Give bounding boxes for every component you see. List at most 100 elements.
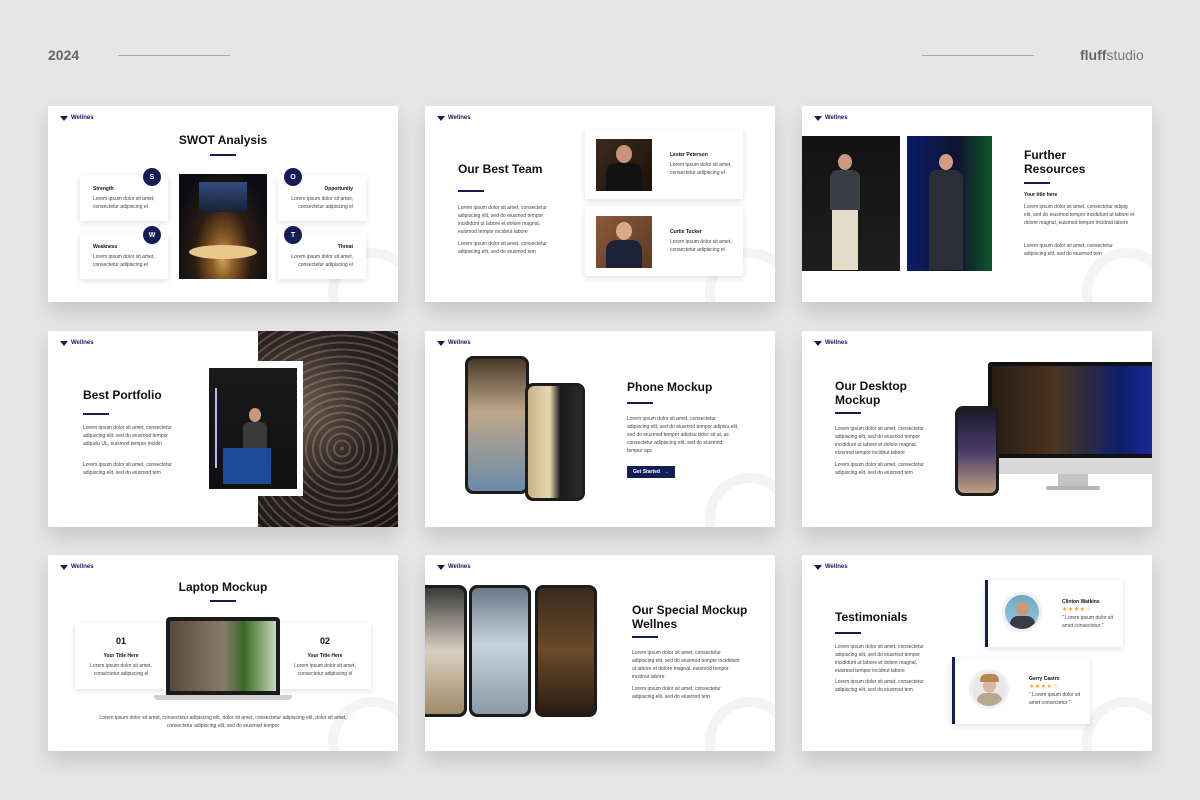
card-text: Lorem ipsum dolor sit amet, consectetur a…: [93, 196, 155, 210]
get-started-button[interactable]: Get Started →: [627, 466, 675, 478]
card-text: Lorem ipsum dolor sit amet, consectetur a…: [294, 663, 356, 677]
title-underline: [627, 402, 653, 404]
monitor-base: [1046, 486, 1100, 490]
swot-badge-t: T: [284, 226, 302, 244]
phone-device-3: [535, 585, 597, 717]
slide-desktop-mockup[interactable]: Wellnes Our Desktop Mockup Lorem ipsum d…: [802, 331, 1152, 527]
logo-icon: [60, 340, 68, 346]
slide-team[interactable]: Wellnes Our Best Team Lorem ipsum dolor …: [425, 106, 775, 302]
star-rating: ★★★★☆: [1029, 684, 1059, 690]
body-text-2: Lorem ipsum dolor sit amet, consectetur …: [835, 462, 924, 476]
swot-badge-w: W: [143, 226, 161, 244]
laptop-base: [154, 695, 292, 700]
slide-title: Phone Mockup: [627, 380, 713, 394]
decor-ring: [1082, 697, 1152, 751]
slide-portfolio[interactable]: Wellnes Best Portfolio Lorem ipsum dolor…: [48, 331, 398, 527]
slide-swot[interactable]: Wellnes SWOT Analysis Strength Lorem ips…: [48, 106, 398, 302]
logo-icon: [814, 564, 822, 570]
card-heading: Your Title Here: [103, 653, 139, 659]
title-underline: [210, 154, 236, 156]
card-text: Lorem ipsum dolor sit amet, consectetur a…: [291, 196, 353, 210]
phone-screen: [958, 409, 996, 493]
body-text-2: Lorem ipsum dolor sit amet, consectetur …: [632, 686, 721, 700]
card-heading: Strength: [93, 186, 114, 192]
body-text-2: Lorem ipsum dolor sit amet, consectetur …: [83, 462, 172, 476]
slide-special-mockup[interactable]: Wellnes Our Special Mockup Wellnes Lorem…: [425, 555, 775, 751]
decor-ring: [705, 697, 775, 751]
member-photo: [596, 139, 652, 191]
section-subtitle: Your title here: [1024, 192, 1058, 198]
phone-screen: [472, 588, 528, 714]
card-number: 01: [115, 636, 126, 646]
brand-logo: fluffstudio: [1080, 47, 1144, 63]
testimonial-card-2: Gerry Castro ★★★★☆ " Lorem ipsum dolor s…: [952, 657, 1090, 724]
member-bio: Lorem ipsum dolor sit amet, consectetur a…: [670, 239, 732, 253]
member-bio: Lorem ipsum dolor sit amet, consectetur a…: [670, 162, 732, 176]
star-rating: ★★★★☆: [1062, 607, 1092, 613]
arrow-right-icon: →: [663, 469, 669, 475]
title-underline: [83, 413, 109, 415]
body-text-1: Lorem ipsum dolor sit amet, consectetur …: [458, 205, 547, 235]
card-heading: Weakness: [93, 244, 118, 250]
phone-device-2: [525, 383, 585, 501]
card-heading: Opportunity: [324, 186, 353, 192]
laptop-screen: [166, 617, 280, 695]
slide-laptop-mockup[interactable]: Wellnes Laptop Mockup 01 Your Title Here…: [48, 555, 398, 751]
slide-title: Best Portfolio: [83, 388, 162, 402]
title-underline: [632, 636, 658, 638]
footer-text: Lorem ipsum dolor sit amet, consectetur …: [99, 715, 347, 729]
body-text-1: Lorem ipsum dolor sit amet, consectetur …: [835, 644, 924, 674]
swot-badge-s: S: [143, 168, 161, 186]
logo-icon: [437, 115, 445, 121]
title-underline: [458, 190, 484, 192]
monitor-screen: [992, 366, 1152, 454]
reviewer-name: Gerry Castro: [1029, 676, 1060, 682]
card-number: 02: [319, 636, 330, 646]
body-text-2: Lorem ipsum dolor sit amet, consectetur …: [458, 241, 547, 255]
card-text: Lorem ipsum dolor sit amet, consectetur a…: [90, 663, 152, 677]
year-label: 2024: [48, 47, 80, 63]
phone-screen: [538, 588, 594, 714]
phone-device-2: [469, 585, 531, 717]
laptop-card-1: 01 Your Title Here Lorem ipsum dolor sit…: [75, 623, 167, 689]
slide-logo: Wellnes: [814, 340, 848, 346]
avatar: [969, 669, 1009, 709]
body-text: Lorem ipsum dolor sit amet, consectetur …: [627, 416, 739, 454]
title-underline: [835, 632, 861, 634]
slide-resources[interactable]: Wellnes Further Resources Your title her…: [802, 106, 1152, 302]
slide-logo: Wellnes: [814, 115, 848, 121]
slide-logo: Wellnes: [60, 340, 94, 346]
review-text: " Lorem ipsum dolor sit amet consectetur…: [1029, 692, 1080, 706]
swot-badge-o: O: [284, 168, 302, 186]
slide-logo: Wellnes: [814, 564, 848, 570]
monitor-chin: [988, 458, 1152, 474]
phone-screen: [528, 386, 582, 498]
slide-title: SWOT Analysis: [178, 133, 268, 147]
header-rule-left: [118, 55, 230, 56]
slide-logo: Wellnes: [60, 115, 94, 121]
slide-phone-mockup[interactable]: Wellnes Phone Mockup Lorem ipsum dolor s…: [425, 331, 775, 527]
logo-icon: [814, 340, 822, 346]
phone-screen: [425, 588, 464, 714]
presenter-photo: [209, 368, 297, 489]
slide-title: Laptop Mockup: [178, 580, 268, 594]
laptop-card-2: 02 Your Title Here Lorem ipsum dolor sit…: [279, 623, 371, 689]
body-text-1: Lorem ipsum dolor sit amet, consectetur …: [83, 425, 172, 447]
card-heading: Threat: [337, 244, 353, 250]
button-label: Get Started: [633, 469, 660, 475]
slide-testimonials[interactable]: Wellnes Testimonials Lorem ipsum dolor s…: [802, 555, 1152, 751]
member-name: Curtis Tucker: [670, 229, 702, 235]
decor-ring: [705, 473, 775, 527]
slide-title: Our Desktop Mockup: [835, 379, 908, 407]
body-text-1: Lorem ipsum dolor sit amet, consectetur …: [1024, 204, 1135, 226]
reviewer-name: Clinton Watkins: [1062, 599, 1100, 605]
slide-title: Our Best Team: [458, 162, 543, 176]
phone-screen: [468, 359, 526, 491]
body-text-1: Lorem ipsum dolor sit amet, consectetur …: [632, 650, 740, 680]
slide-title: Our Special Mockup Wellnes: [632, 603, 748, 631]
auditorium-photo: [179, 174, 267, 279]
logo-icon: [60, 564, 68, 570]
phone-device: [955, 406, 999, 496]
title-underline: [1024, 182, 1050, 184]
body-text-2: Lorem ipsum dolor sit amet, consectetur …: [835, 679, 924, 693]
